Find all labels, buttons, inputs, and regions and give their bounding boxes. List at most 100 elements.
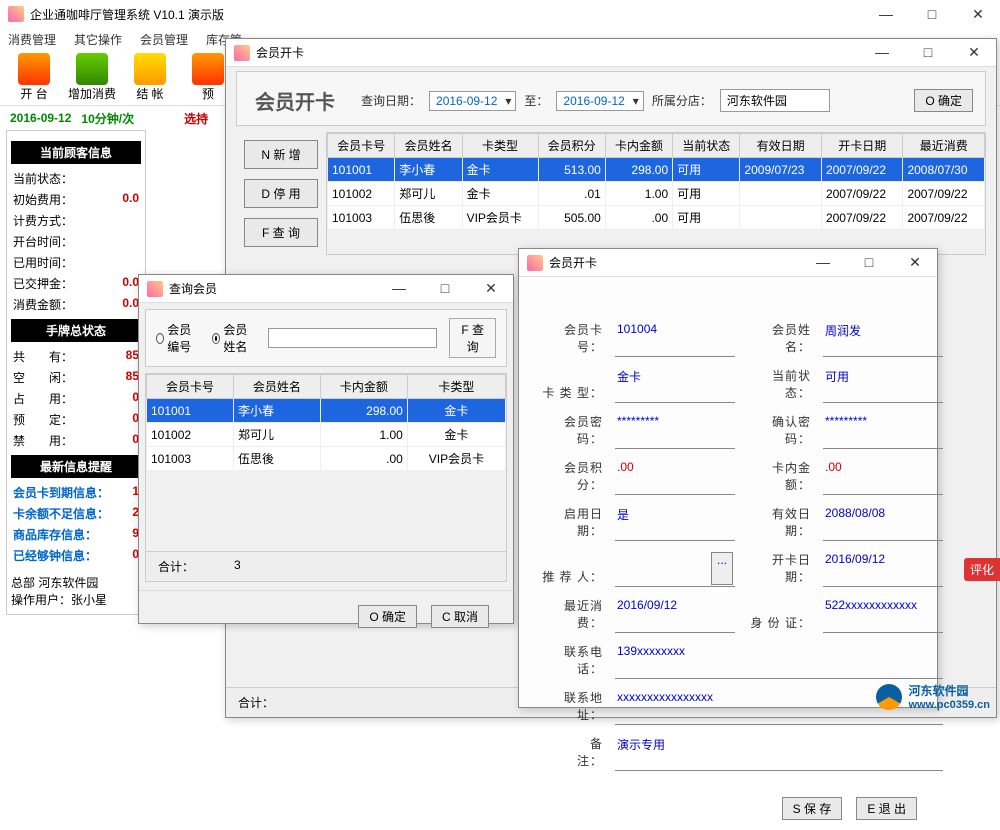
window-icon [234, 45, 250, 61]
field-card-no[interactable]: 101004 [615, 321, 735, 357]
query-button[interactable]: F 查 询 [244, 218, 318, 247]
info-row: 当前状态： [11, 168, 141, 189]
date-from-picker[interactable]: 2016-09-12 [429, 91, 516, 111]
table-row[interactable]: 101001李小春298.00金卡 [147, 399, 506, 423]
eval-chip[interactable]: 评化 [964, 558, 1000, 581]
info-row: 共 有：85 [11, 346, 141, 367]
ok-button[interactable]: O 确定 [914, 89, 973, 112]
info-row: 商品库存信息：9 [11, 524, 141, 545]
window-title: 会员开卡 [256, 44, 304, 61]
column-header[interactable]: 开卡日期 [821, 134, 903, 158]
search-member-window: 查询会员 — □ ✕ 会员编号 会员姓名 F 查询 会员卡号会员姓名卡内金额卡类… [138, 274, 514, 624]
table-row[interactable]: 101003伍思後.00VIP会员卡 [147, 447, 506, 471]
footer-user: 操作用户：张小星 [11, 591, 141, 608]
minimize-icon[interactable]: — [872, 6, 900, 23]
column-header[interactable]: 卡类型 [407, 375, 505, 399]
field-phone[interactable]: 139xxxxxxxx [615, 643, 943, 679]
logo-icon [876, 684, 902, 710]
column-header[interactable]: 卡内金额 [605, 134, 672, 158]
cancel-button[interactable]: C 取消 [431, 605, 489, 628]
field-type[interactable]: 金卡 [615, 367, 735, 403]
menu-item[interactable]: 消费管理 [8, 31, 56, 48]
app-title: 企业通咖啡厅管理系统 V10.1 演示版 [30, 6, 224, 23]
disable-button[interactable]: D 停 用 [244, 179, 318, 208]
app-icon [8, 6, 24, 22]
info-row: 卡余额不足信息：2 [11, 503, 141, 524]
close-icon[interactable]: ✕ [964, 6, 992, 23]
info-row: 计费方式： [11, 210, 141, 231]
column-header[interactable]: 最近消费 [903, 134, 985, 158]
info-row: 空 闲：85 [11, 367, 141, 388]
section-news: 最新信息提醒 [11, 455, 141, 478]
field-valid[interactable]: 2088/08/08 [823, 505, 943, 541]
close-icon[interactable]: ✕ [901, 254, 929, 271]
exit-button[interactable]: E 退 出 [856, 797, 917, 820]
find-button[interactable]: F 查询 [449, 318, 496, 358]
info-row: 禁 用：0 [11, 430, 141, 451]
close-icon[interactable]: ✕ [960, 44, 988, 61]
window-icon [147, 281, 163, 297]
field-note[interactable]: 演示专用 [615, 735, 943, 771]
toolbar-open[interactable]: 开 台 [8, 52, 60, 104]
field-referrer[interactable]: ... [615, 551, 735, 587]
minimize-icon[interactable]: — [385, 280, 413, 297]
table-row[interactable]: 101002郑可儿1.00金卡 [147, 423, 506, 447]
card-heading: 会员开卡 [249, 86, 353, 115]
maximize-icon[interactable]: □ [914, 44, 942, 61]
save-button[interactable]: S 保 存 [782, 797, 843, 820]
info-row: 占 用：0 [11, 388, 141, 409]
field-id[interactable]: 522xxxxxxxxxxxx [823, 597, 943, 633]
column-header[interactable]: 卡内金额 [320, 375, 407, 399]
column-header[interactable]: 会员姓名 [233, 375, 320, 399]
column-header[interactable]: 会员卡号 [147, 375, 234, 399]
field-open-date[interactable]: 2016/09/12 [823, 551, 943, 587]
total-label: 合计： [238, 694, 274, 711]
info-row: 已经够钟信息：0 [11, 545, 141, 566]
table-row[interactable]: 101001李小春金卡513.00298.00可用2009/07/232007/… [328, 158, 985, 182]
column-header[interactable]: 会员姓名 [395, 134, 462, 158]
maximize-icon[interactable]: □ [918, 6, 946, 23]
close-icon[interactable]: ✕ [477, 280, 505, 297]
field-last[interactable]: 2016/09/12 [615, 597, 735, 633]
maximize-icon[interactable]: □ [855, 254, 883, 271]
new-button[interactable]: N 新 增 [244, 140, 318, 169]
radio-member-no[interactable]: 会员编号 [156, 321, 200, 355]
minimize-icon[interactable]: — [868, 44, 896, 61]
side-buttons: N 新 增 D 停 用 F 查 询 [236, 132, 326, 255]
toolbar-add[interactable]: 增加消费 [66, 52, 118, 104]
left-panel: 当前顾客信息 当前状态：初始费用：0.0计费方式：开台时间：已用时间：已交押金：… [6, 130, 146, 615]
info-row: 会员卡到期信息：1 [11, 482, 141, 503]
column-header[interactable]: 会员积分 [538, 134, 605, 158]
search-input[interactable] [268, 328, 437, 348]
field-name[interactable]: 周润发 [823, 321, 943, 357]
search-grid[interactable]: 会员卡号会员姓名卡内金额卡类型101001李小春298.00金卡101002郑可… [146, 374, 506, 471]
minimize-icon[interactable]: — [809, 254, 837, 271]
column-header[interactable]: 会员卡号 [328, 134, 395, 158]
label-to: 至： [524, 92, 548, 109]
column-header[interactable]: 当前状态 [673, 134, 740, 158]
menu-item[interactable]: 其它操作 [74, 31, 122, 48]
menu-item[interactable]: 会员管理 [140, 31, 188, 48]
info-row: 已交押金：0.0 [11, 273, 141, 294]
field-status[interactable]: 可用 [823, 367, 943, 403]
watermark: 河东软件园 www.pc0359.cn [876, 682, 990, 711]
table-row[interactable]: 101003伍思後VIP会员卡505.00.00可用2007/09/222007… [328, 206, 985, 230]
info-row: 预 定：0 [11, 409, 141, 430]
field-password[interactable]: ********* [615, 413, 735, 449]
column-header[interactable]: 有效日期 [740, 134, 822, 158]
field-password-confirm[interactable]: ********* [823, 413, 943, 449]
ok-button[interactable]: O 确定 [358, 605, 417, 628]
lookup-icon[interactable]: ... [711, 552, 733, 585]
column-header[interactable]: 卡类型 [462, 134, 538, 158]
footer-branch: 总部 河东软件园 [11, 574, 141, 591]
field-enable[interactable]: 是 [615, 505, 735, 541]
radio-member-name[interactable]: 会员姓名 [212, 321, 256, 355]
field-points[interactable]: .00 [615, 459, 735, 495]
table-row[interactable]: 101002郑可儿金卡.011.00可用2007/09/222007/09/22 [328, 182, 985, 206]
maximize-icon[interactable]: □ [431, 280, 459, 297]
field-balance[interactable]: .00 [823, 459, 943, 495]
toolbar-checkout[interactable]: 结 帐 [124, 52, 176, 104]
branch-input[interactable]: 河东软件园 [720, 89, 830, 112]
date-to-picker[interactable]: 2016-09-12 [556, 91, 643, 111]
card-grid[interactable]: 会员卡号会员姓名卡类型会员积分卡内金额当前状态有效日期开卡日期最近消费10100… [327, 133, 985, 230]
